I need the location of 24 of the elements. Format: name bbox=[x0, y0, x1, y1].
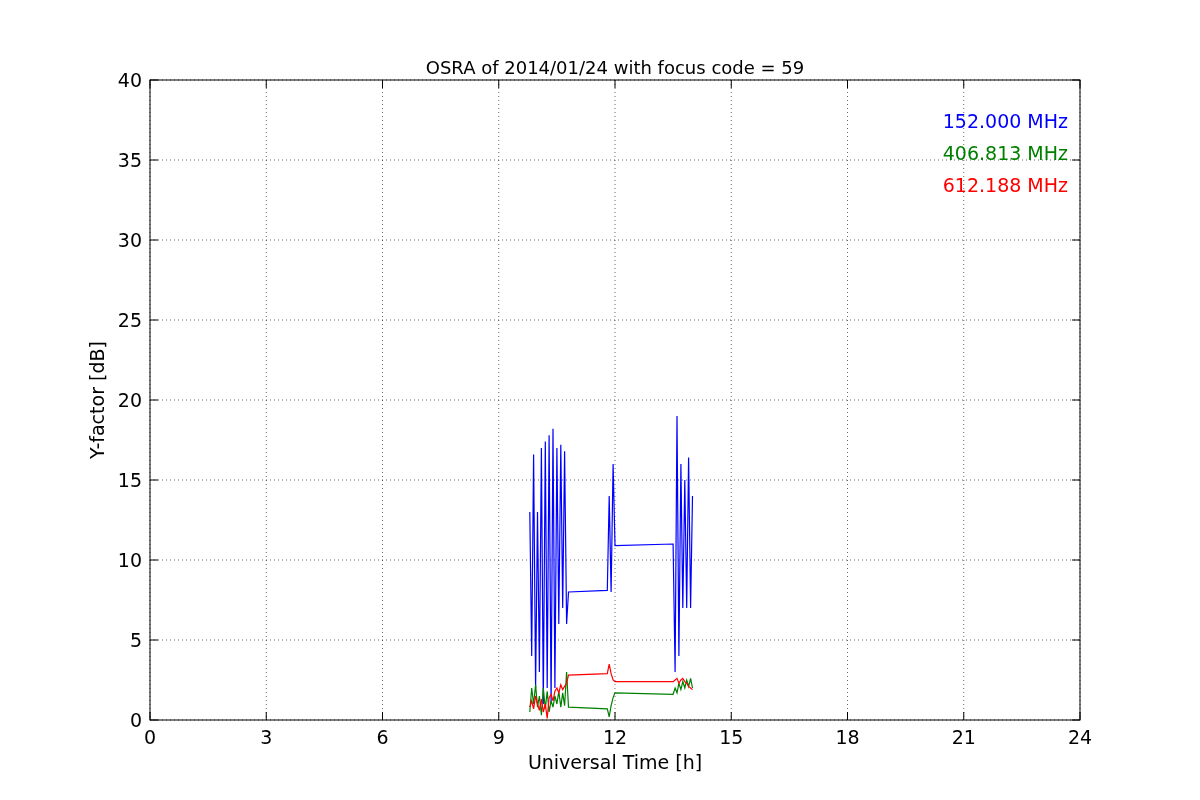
y-tick-label: 25 bbox=[117, 309, 142, 331]
x-tick-label: 18 bbox=[835, 726, 860, 748]
y-tick-label: 0 bbox=[129, 709, 142, 731]
x-tick-label: 21 bbox=[951, 726, 976, 748]
legend-label: 152.000 MHz bbox=[942, 110, 1068, 132]
y-tick-label: 5 bbox=[129, 629, 142, 651]
y-tick-label: 20 bbox=[117, 389, 142, 411]
x-tick-label: 3 bbox=[260, 726, 273, 748]
y-tick-label: 40 bbox=[117, 69, 142, 91]
y-tick-label: 30 bbox=[117, 229, 142, 251]
x-axis-label: Universal Time [h] bbox=[527, 751, 703, 773]
y-tick-label: 35 bbox=[117, 149, 142, 171]
y-axis-label: Y-factor [dB] bbox=[86, 341, 108, 459]
x-tick-label: 0 bbox=[143, 726, 157, 748]
x-tick-label: 24 bbox=[1067, 726, 1093, 748]
y-tick-label: 10 bbox=[117, 549, 142, 571]
x-tick-label: 9 bbox=[492, 726, 505, 748]
y-tick-label: 15 bbox=[117, 469, 142, 491]
legend-label: 612.188 MHz bbox=[942, 174, 1068, 196]
x-tick-label: 15 bbox=[719, 726, 744, 748]
x-tick-label: 6 bbox=[376, 726, 389, 748]
chart-title: OSRA of 2014/01/24 with focus code = 59 bbox=[425, 57, 805, 78]
legend-label: 406.813 MHz bbox=[942, 142, 1068, 164]
x-tick-label: 12 bbox=[602, 726, 628, 748]
